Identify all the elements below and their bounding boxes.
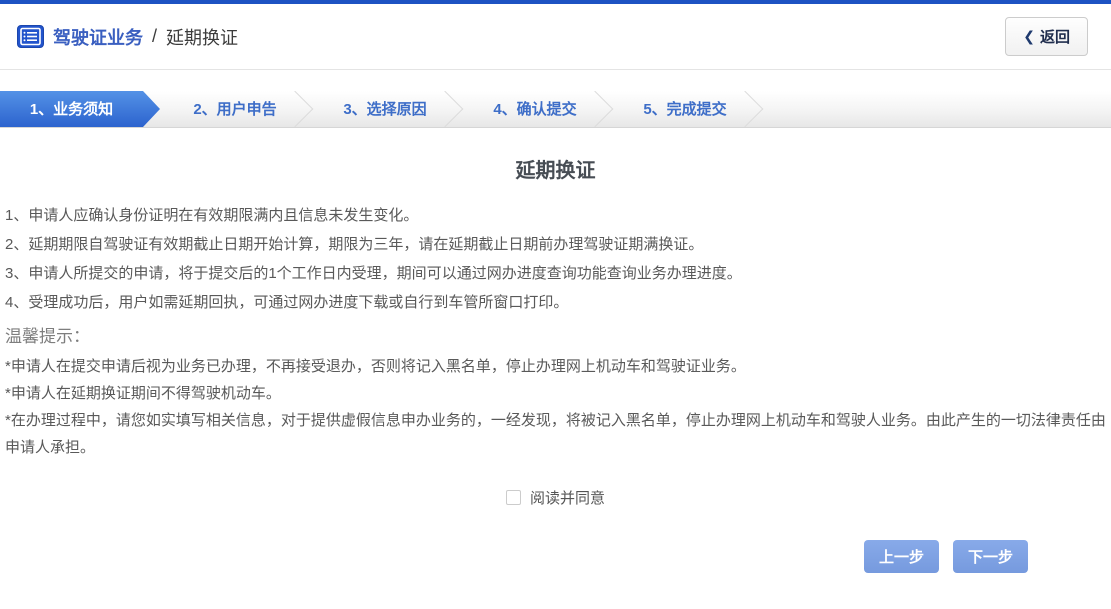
agree-checkbox[interactable] bbox=[506, 490, 521, 505]
breadcrumb-current-page: 延期换证 bbox=[166, 24, 238, 50]
tip-item: *申请人在延期换证期间不得驾驶机动车。 bbox=[5, 380, 1106, 407]
agreement-row: 阅读并同意 bbox=[0, 487, 1111, 508]
page-title: 延期换证 bbox=[0, 154, 1111, 183]
tips-heading: 温馨提示： bbox=[5, 320, 1106, 353]
back-chevron-icon: ❮ bbox=[1023, 28, 1035, 45]
breadcrumb: 驾驶证业务 / 延期换证 bbox=[17, 24, 238, 50]
notice-item: 1、申请人应确认身份证明在有效期限满内且信息未发生变化。 bbox=[5, 201, 1106, 230]
back-button-label: 返回 bbox=[1040, 26, 1070, 47]
footer-actions: 上一步 下一步 bbox=[0, 540, 1111, 573]
back-button[interactable]: ❮ 返回 bbox=[1005, 17, 1088, 56]
list-icon bbox=[17, 25, 44, 48]
breadcrumb-separator: / bbox=[152, 26, 157, 47]
step-4-confirm-submit[interactable]: 4、确认提交 bbox=[460, 91, 610, 127]
step-2-user-declaration[interactable]: 2、用户申告 bbox=[160, 91, 310, 127]
step-navigation: 1、业务须知 2、用户申告 3、选择原因 4、确认提交 5、完成提交 bbox=[0, 91, 1111, 128]
step-5-complete-submit[interactable]: 5、完成提交 bbox=[610, 91, 760, 127]
notice-item: 2、延期期限自驾驶证有效期截止日期开始计算，期限为三年，请在延期截止日期前办理驾… bbox=[5, 230, 1106, 259]
step-3-select-reason[interactable]: 3、选择原因 bbox=[310, 91, 460, 127]
previous-step-button[interactable]: 上一步 bbox=[864, 540, 939, 573]
breadcrumb-business-category[interactable]: 驾驶证业务 bbox=[53, 24, 143, 50]
agree-label: 阅读并同意 bbox=[530, 487, 605, 508]
notice-item: 4、受理成功后，用户如需延期回执，可通过网办进度下载或自行到车管所窗口打印。 bbox=[5, 288, 1106, 317]
next-step-button[interactable]: 下一步 bbox=[953, 540, 1028, 573]
page-header: 驾驶证业务 / 延期换证 ❮ 返回 bbox=[0, 4, 1111, 70]
tip-item: *申请人在提交申请后视为业务已办理，不再接受退办，否则将记入黑名单，停止办理网上… bbox=[5, 353, 1106, 380]
tip-item: *在办理过程中，请您如实填写相关信息，对于提供虚假信息申办业务的，一经发现，将被… bbox=[5, 407, 1106, 461]
step-1-business-notice[interactable]: 1、业务须知 bbox=[0, 91, 160, 127]
notice-content: 1、申请人应确认身份证明在有效期限满内且信息未发生变化。 2、延期期限自驾驶证有… bbox=[5, 201, 1106, 461]
notice-item: 3、申请人所提交的申请，将于提交后的1个工作日内受理，期间可以通过网办进度查询功… bbox=[5, 259, 1106, 288]
